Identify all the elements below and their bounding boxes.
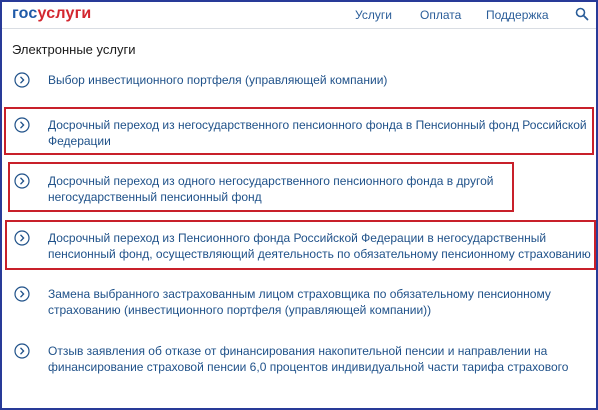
nav-payment-link[interactable]: Оплата bbox=[420, 8, 461, 22]
section-title: Электронные услуги bbox=[12, 42, 136, 57]
page-frame: госуслуги Услуги Оплата Поддержка Электр… bbox=[0, 0, 598, 410]
chevron-right-circle-icon bbox=[14, 173, 30, 189]
chevron-right-circle-icon bbox=[14, 343, 30, 359]
gosuslugi-logo[interactable]: госуслуги bbox=[12, 5, 91, 23]
service-item-withdraw-refusal[interactable]: Отзыв заявления об отказе от финансирова… bbox=[14, 343, 574, 377]
site-header: госуслуги Услуги Оплата Поддержка bbox=[2, 2, 596, 29]
service-item-label: Досрочный переход из одного негосударств… bbox=[48, 174, 494, 188]
service-item-label: Досрочный переход из негосударственного … bbox=[48, 118, 587, 132]
chevron-right-circle-icon bbox=[14, 72, 30, 88]
service-item-label-continued: пенсионный фонд, осуществляющий деятельн… bbox=[48, 247, 591, 261]
search-icon[interactable] bbox=[575, 7, 589, 21]
chevron-right-circle-icon bbox=[14, 230, 30, 246]
service-item-replace-insurer[interactable]: Замена выбранного застрахованным лицом с… bbox=[14, 286, 574, 320]
service-item-label: Выбор инвестиционного портфеля (управляю… bbox=[48, 73, 388, 87]
logo-part-uslugi: услуги bbox=[37, 5, 92, 22]
service-item-label: Досрочный переход из Пенсионного фонда Р… bbox=[48, 231, 547, 245]
service-item-npf-to-npf[interactable]: Досрочный переход из одного негосударств… bbox=[14, 173, 494, 207]
chevron-right-circle-icon bbox=[14, 286, 30, 302]
service-item-label-continued: Федерации bbox=[48, 134, 111, 148]
nav-support-link[interactable]: Поддержка bbox=[486, 8, 549, 22]
chevron-right-circle-icon bbox=[14, 117, 30, 133]
nav-services-link[interactable]: Услуги bbox=[355, 8, 392, 22]
service-item-label: Отзыв заявления об отказе от финансирова… bbox=[48, 344, 548, 358]
service-item-label-continued: страхованию (инвестиционного портфеля (у… bbox=[48, 303, 432, 317]
service-item-label-continued: финансирование страховой пенсии 6,0 проц… bbox=[48, 360, 569, 374]
service-item-label-continued: негосударственный пенсионный фонд bbox=[48, 190, 262, 204]
service-item-label: Замена выбранного застрахованным лицом с… bbox=[48, 287, 551, 301]
logo-part-gos: гос bbox=[12, 5, 38, 22]
service-item-npf-to-pfr[interactable]: Досрочный переход из негосударственного … bbox=[14, 117, 590, 151]
service-item-investment-portfolio[interactable]: Выбор инвестиционного портфеля (управляю… bbox=[14, 72, 574, 90]
service-item-pfr-to-npf[interactable]: Досрочный переход из Пенсионного фонда Р… bbox=[14, 230, 592, 264]
